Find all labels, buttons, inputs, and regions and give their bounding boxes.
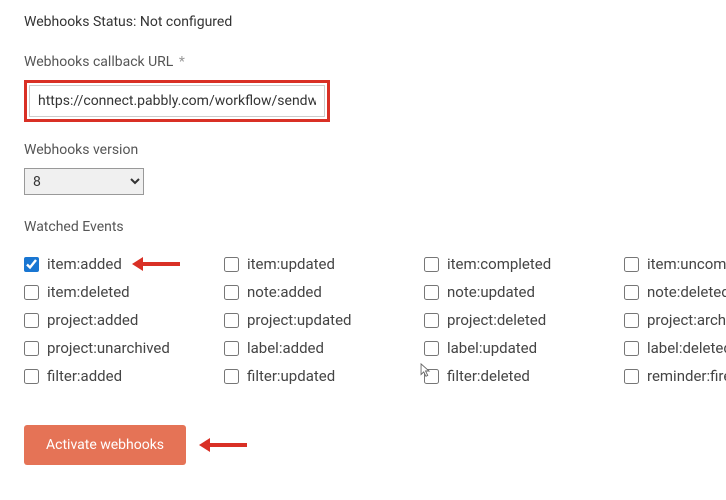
event-checkbox[interactable] <box>424 257 439 272</box>
event-checkbox[interactable] <box>624 341 639 356</box>
event-item[interactable]: item:updated <box>224 255 424 273</box>
callback-url-label: Webhooks callback URL * <box>24 54 702 70</box>
event-label: reminder:fired <box>647 367 726 385</box>
event-label: item:uncompleted <box>647 255 726 273</box>
watched-events-grid: item:added item:updated item:completed item… <box>24 255 726 385</box>
version-select[interactable]: 8 <box>24 168 144 195</box>
activate-webhooks-button[interactable]: Activate webhooks <box>24 425 186 465</box>
event-label: project:deleted <box>447 311 546 329</box>
event-label: note:added <box>247 283 322 301</box>
event-checkbox[interactable] <box>424 285 439 300</box>
event-item[interactable]: project:added <box>24 311 224 329</box>
watched-events-label: Watched Events <box>24 219 702 235</box>
event-checkbox[interactable] <box>24 369 39 384</box>
event-label: item:deleted <box>47 283 130 301</box>
event-checkbox[interactable] <box>224 341 239 356</box>
event-item[interactable]: note:added <box>224 283 424 301</box>
event-label: filter:added <box>47 367 122 385</box>
event-label: filter:updated <box>247 367 335 385</box>
event-label: project:archived <box>647 311 726 329</box>
required-asterisk: * <box>179 54 185 70</box>
event-item[interactable]: filter:deleted <box>424 367 624 385</box>
event-item[interactable]: project:unarchived <box>24 339 224 357</box>
event-checkbox[interactable] <box>224 257 239 272</box>
version-label: Webhooks version <box>24 142 702 158</box>
event-checkbox[interactable] <box>224 285 239 300</box>
event-checkbox[interactable] <box>424 369 439 384</box>
event-label: note:deleted <box>647 283 726 301</box>
event-checkbox[interactable] <box>624 285 639 300</box>
event-item[interactable]: label:deleted <box>624 339 726 357</box>
event-item[interactable]: label:updated <box>424 339 624 357</box>
event-item[interactable]: filter:added <box>24 367 224 385</box>
callback-url-input[interactable] <box>29 85 325 117</box>
arrow-icon <box>132 257 180 271</box>
event-item[interactable]: note:deleted <box>624 283 726 301</box>
event-checkbox[interactable] <box>24 257 39 272</box>
event-checkbox[interactable] <box>624 313 639 328</box>
event-item[interactable]: item:uncompleted <box>624 255 726 273</box>
event-item[interactable]: item:added <box>24 255 224 273</box>
event-checkbox[interactable] <box>224 313 239 328</box>
event-label: item:added <box>47 255 122 273</box>
arrow-icon <box>199 438 247 452</box>
event-label: item:updated <box>247 255 335 273</box>
status-value: Not configured <box>140 14 232 30</box>
callback-url-highlight-box <box>24 80 330 122</box>
status-prefix: Webhooks Status: <box>24 14 136 30</box>
event-checkbox[interactable] <box>24 313 39 328</box>
event-checkbox[interactable] <box>624 369 639 384</box>
event-label: project:added <box>47 311 138 329</box>
event-item[interactable]: note:updated <box>424 283 624 301</box>
event-item[interactable]: item:completed <box>424 255 624 273</box>
event-label: label:deleted <box>647 339 726 357</box>
event-item[interactable]: item:deleted <box>24 283 224 301</box>
event-checkbox[interactable] <box>424 313 439 328</box>
event-checkbox[interactable] <box>624 257 639 272</box>
event-label: note:updated <box>447 283 535 301</box>
event-checkbox[interactable] <box>24 285 39 300</box>
webhooks-status: Webhooks Status: Not configured <box>24 14 702 30</box>
event-checkbox[interactable] <box>224 369 239 384</box>
event-label: filter:deleted <box>447 367 530 385</box>
event-item[interactable]: reminder:fired <box>624 367 726 385</box>
event-label: label:updated <box>447 339 537 357</box>
event-label: item:completed <box>447 255 551 273</box>
event-label: label:added <box>247 339 324 357</box>
event-item[interactable]: filter:updated <box>224 367 424 385</box>
event-checkbox[interactable] <box>24 341 39 356</box>
event-item[interactable]: project:archived <box>624 311 726 329</box>
event-checkbox[interactable] <box>424 341 439 356</box>
event-item[interactable]: project:updated <box>224 311 424 329</box>
event-label: project:unarchived <box>47 339 170 357</box>
event-item[interactable]: project:deleted <box>424 311 624 329</box>
event-item[interactable]: label:added <box>224 339 424 357</box>
event-label: project:updated <box>247 311 351 329</box>
